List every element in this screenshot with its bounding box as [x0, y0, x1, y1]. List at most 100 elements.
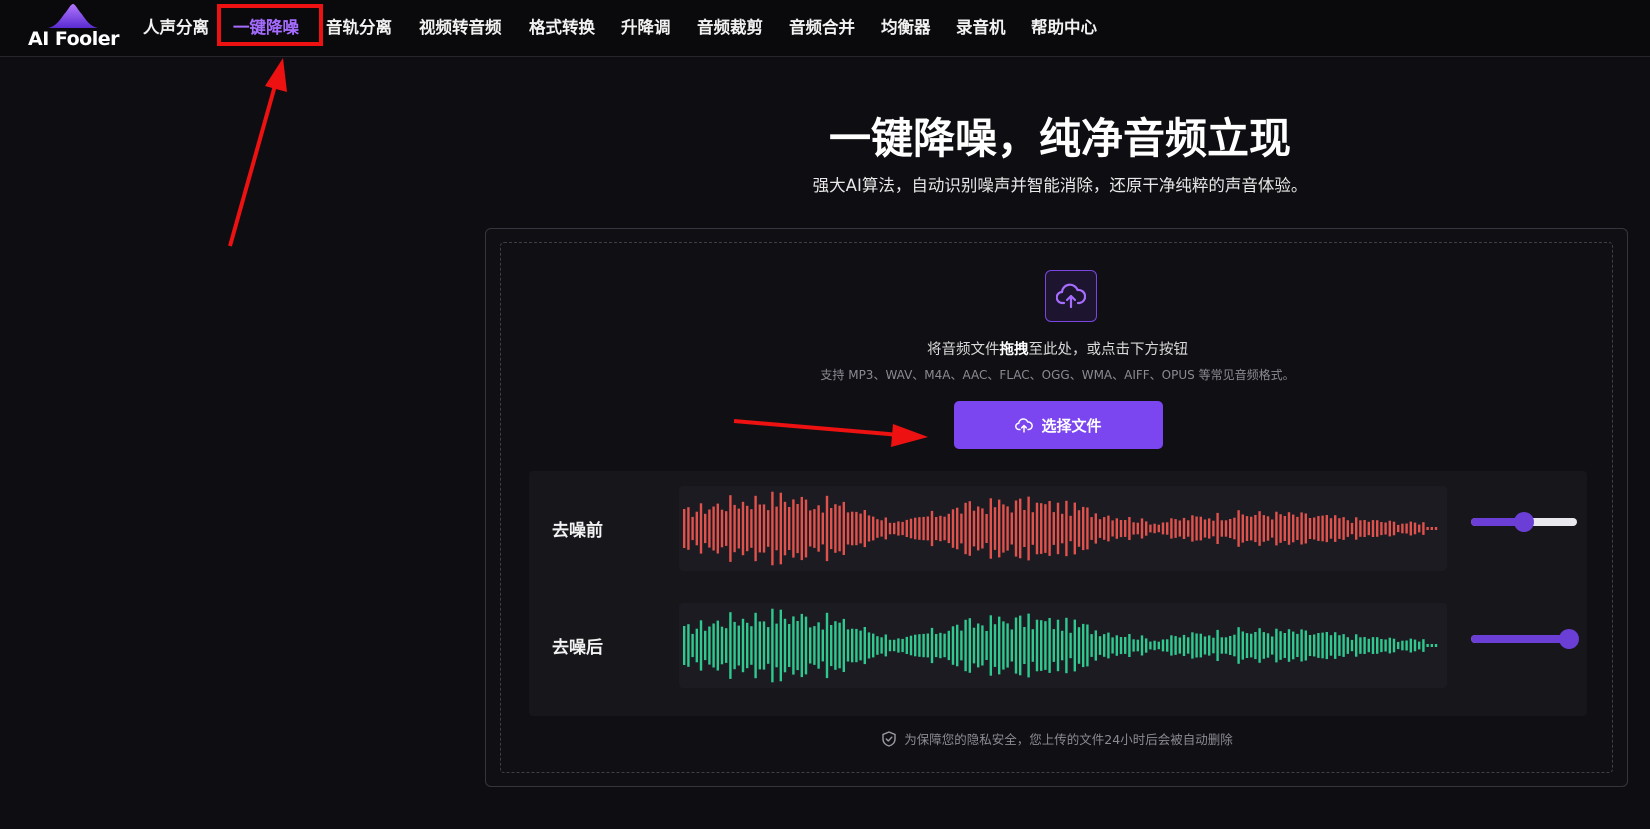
waveform-bar: [1229, 636, 1232, 655]
waveform-bar: [1082, 506, 1085, 551]
waveform-bar: [1203, 636, 1207, 655]
waveform-bar: [1405, 640, 1408, 651]
waveform-bar: [1338, 635, 1341, 656]
before-volume-slider[interactable]: [1471, 512, 1577, 532]
waveform-bar: [1166, 639, 1169, 652]
waveform-bar: [1056, 619, 1060, 672]
waveform-bar: [1367, 638, 1370, 653]
waveform-bar: [1308, 635, 1312, 656]
waveform-bar: [1283, 516, 1286, 541]
waveform-bar: [998, 499, 1001, 558]
waveform-bar: [1279, 631, 1282, 660]
waveform-bar: [1153, 523, 1156, 534]
waveform-bar: [918, 634, 921, 657]
waveform-bar: [830, 625, 833, 667]
waveform-bar: [1250, 516, 1253, 541]
waveform-bar: [1434, 527, 1438, 530]
waveform-bar: [720, 509, 724, 548]
file-dropzone[interactable]: 将音频文件拖拽至此处，或点击下方按钮 支持 MP3、WAV、M4A、AAC、FL…: [500, 242, 1613, 773]
waveform-bar: [1254, 632, 1257, 660]
waveform-bar: [960, 513, 963, 544]
nav-item-format-convert[interactable]: 格式转换: [529, 14, 595, 38]
waveform-bar: [888, 639, 892, 652]
choose-file-button[interactable]: 选择文件: [954, 401, 1163, 449]
waveform-bar: [1086, 507, 1089, 550]
waveform-bar: [972, 627, 976, 664]
before-waveform[interactable]: [679, 486, 1447, 571]
waveform-bar: [1014, 617, 1018, 674]
waveform-bar: [1346, 637, 1349, 654]
waveform-bar: [1300, 629, 1303, 662]
waveform-bar: [855, 511, 858, 546]
waveform-bar: [1216, 512, 1219, 544]
nav-item-track-separation[interactable]: 音轨分离: [326, 14, 392, 38]
waveform-bar: [1422, 522, 1425, 535]
after-volume-slider[interactable]: [1471, 629, 1579, 649]
waveform-bar: [1174, 519, 1177, 538]
waveform-bar: [922, 633, 925, 658]
waveform-bar: [725, 628, 728, 663]
waveform-bar: [939, 632, 942, 659]
waveform-bar: [1359, 520, 1362, 537]
nav-item-video-to-audio[interactable]: 视频转音频: [419, 14, 502, 38]
waveform-bar: [716, 620, 719, 671]
waveform-bar: [767, 510, 770, 547]
waveform-bar: [1065, 500, 1068, 557]
waveform-bar: [1136, 639, 1139, 652]
waveform-bar: [867, 632, 871, 659]
waveform-bar: [1313, 634, 1316, 657]
waveform-bar: [1376, 637, 1379, 654]
nav-item-vocal-separation[interactable]: 人声分离: [143, 14, 209, 38]
waveform-bar: [1170, 635, 1173, 656]
waveform-bar: [762, 504, 766, 553]
waveform-bar: [893, 522, 896, 535]
nav-item-recorder[interactable]: 录音机: [956, 14, 1006, 38]
waveform-bar: [796, 504, 799, 554]
nav-item-audio-merge[interactable]: 音频合并: [789, 14, 855, 38]
waveform-bar: [796, 621, 799, 671]
waveform-bar: [1329, 635, 1333, 656]
waveform-bar: [1371, 520, 1375, 537]
waveform-bar: [1304, 513, 1307, 544]
waveform-bar: [741, 618, 745, 673]
after-slider-thumb[interactable]: [1558, 629, 1579, 649]
waveform-bar: [817, 622, 820, 669]
nav-item-help-center[interactable]: 帮助中心: [1031, 14, 1097, 38]
after-slider-fill: [1471, 635, 1569, 643]
before-label: 去噪前: [552, 521, 603, 541]
waveform-bar: [1203, 519, 1207, 538]
waveform-bar: [1161, 522, 1165, 535]
before-slider-thumb[interactable]: [1514, 512, 1534, 532]
nav-item-equalizer[interactable]: 均衡器: [881, 14, 931, 38]
waveform-bar: [729, 495, 732, 562]
waveform-bar: [1363, 637, 1366, 654]
shield-check-icon: [882, 731, 896, 750]
waveform-bar: [1355, 634, 1358, 657]
waveform-bar: [687, 507, 690, 550]
nav-item-pitch-shift[interactable]: 升降调: [621, 14, 671, 38]
waveform-bar: [1191, 515, 1194, 542]
waveform-bar: [914, 517, 917, 540]
waveform-bar: [1157, 524, 1160, 533]
brand-logo[interactable]: AI Fooler: [28, 4, 119, 52]
waveform-bar: [1006, 506, 1009, 551]
waveform-bar: [859, 513, 862, 544]
waveform-bar: [1258, 511, 1261, 546]
waveform-bar: [804, 616, 808, 675]
waveform-bar: [1153, 640, 1156, 651]
waveform-bar: [1187, 637, 1190, 654]
waveform-bar: [830, 508, 833, 550]
waveform-bar: [834, 621, 837, 670]
waveform-bar: [905, 636, 908, 654]
waveform-bar: [1430, 644, 1433, 647]
waveform-bar: [1434, 644, 1438, 647]
choose-file-label: 选择文件: [1041, 416, 1102, 435]
waveform-bar: [1401, 640, 1404, 651]
nav-item-audio-trim[interactable]: 音频裁剪: [697, 14, 763, 38]
before-waveform-graphic: [683, 491, 1438, 566]
after-waveform[interactable]: [679, 603, 1447, 688]
waveform-bar: [804, 499, 808, 558]
waveform-bar: [909, 518, 913, 539]
waveform-bar: [1321, 632, 1324, 659]
waveform-bar: [1174, 636, 1177, 655]
